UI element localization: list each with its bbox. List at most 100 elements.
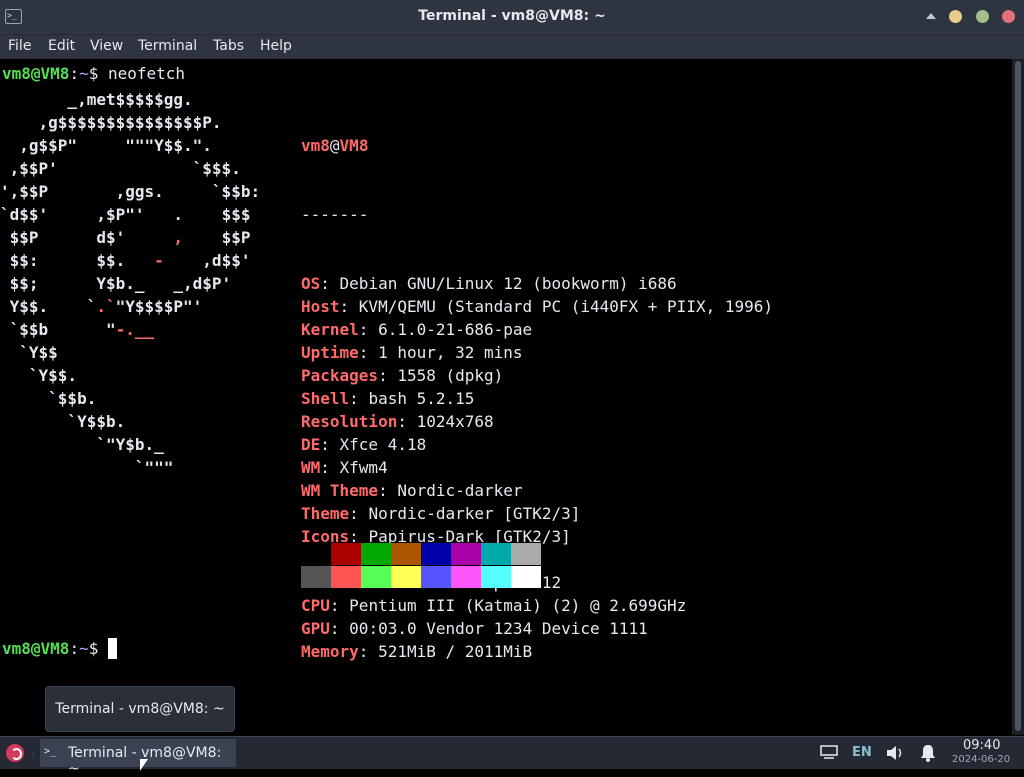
info-row: OS: Debian GNU/Linux 12 (bookworm) i686	[301, 272, 773, 295]
shade-window-icon[interactable]	[926, 13, 936, 19]
info-colon: :	[320, 274, 340, 293]
active-prompt-line[interactable]: vm8@VM8:~$	[2, 637, 117, 660]
info-row: Shell: bash 5.2.15	[301, 387, 773, 410]
clock-date[interactable]: 2024-06-20	[952, 754, 1010, 765]
info-row: Memory: 521MiB / 2011MiB	[301, 640, 773, 663]
info-colon: :	[358, 642, 379, 661]
color-swatch	[361, 543, 391, 565]
menu-edit[interactable]: Edit	[48, 38, 75, 54]
debian-ascii-logo: _,met$$$$$gg. ,g$$$$$$$$$$$$$$$P. ,g$$P"…	[0, 88, 260, 479]
info-colon: :	[349, 389, 369, 408]
volume-icon[interactable]	[885, 744, 905, 762]
menu-file[interactable]: File	[8, 38, 31, 54]
scrollbar-thumb[interactable]	[1015, 61, 1021, 731]
color-swatch	[391, 543, 421, 565]
ascii-line: $$: $$. - ,d$$'	[0, 251, 251, 270]
info-row: DE: Xfce 4.18	[301, 433, 773, 456]
ascii-line: ,g$$$$$$$$$$$$$$$P.	[0, 113, 222, 132]
info-row: CPU: Pentium III (Katmai) (2) @ 2.699GHz	[301, 594, 773, 617]
info-colon: :	[378, 366, 398, 385]
ascii-line: $$P d$' , $$P	[0, 228, 251, 247]
info-row: Host: KVM/QEMU (Standard PC (i440FX + PI…	[301, 295, 773, 318]
ascii-line: `Y$$.	[0, 366, 78, 385]
prompt-path: ~	[79, 64, 89, 83]
info-colon: :	[349, 504, 369, 523]
ascii-line: ',$$P ,ggs. `$$b:	[0, 182, 261, 201]
info-key: Uptime	[301, 343, 359, 362]
info-value: Xfwm4	[339, 458, 388, 477]
keyboard-layout-indicator[interactable]: EN	[852, 745, 872, 760]
prompt-separator: :	[69, 639, 80, 658]
ascii-line: `d$$' ,$P"' . $$$	[0, 205, 251, 224]
info-colon: :	[358, 343, 379, 362]
info-row: Theme: Nordic-darker [GTK2/3]	[301, 502, 773, 525]
clock-time[interactable]: 09:40	[963, 738, 1000, 753]
color-swatch	[391, 566, 421, 588]
taskbar-window-label: Terminal - vm8@VM8: ~	[68, 745, 222, 777]
color-swatch	[421, 543, 451, 565]
info-user-host: vm8@VM8	[301, 134, 773, 157]
info-value: 1558 (dpkg)	[397, 366, 504, 385]
info-value: 1 hour, 32 mins	[378, 343, 523, 362]
color-swatch	[331, 566, 361, 588]
menu-view[interactable]: View	[90, 38, 123, 54]
info-row: Kernel: 6.1.0-21-686-pae	[301, 318, 773, 341]
ascii-line: _,met$$$$$gg.	[0, 90, 193, 109]
color-swatch	[421, 566, 451, 588]
window-title: Terminal - vm8@VM8: ~	[418, 8, 606, 24]
info-key: Memory	[301, 642, 359, 661]
menu-terminal[interactable]: Terminal	[138, 38, 197, 54]
ascii-line: `"""	[0, 458, 174, 477]
info-colon: :	[320, 458, 340, 477]
info-key: Packages	[301, 366, 379, 385]
info-user: vm8	[301, 136, 330, 155]
info-colon: :	[397, 412, 417, 431]
taskbar: ⁝ >_ Terminal - vm8@VM8: ~ EN 09:40 2024…	[0, 736, 1024, 777]
display-icon[interactable]	[820, 745, 838, 759]
close-button[interactable]	[1002, 10, 1015, 23]
window-titlebar[interactable]: >_ Terminal - vm8@VM8: ~	[0, 0, 1024, 35]
prompt-dollar: $	[88, 64, 108, 83]
info-colon: :	[378, 481, 398, 500]
info-key: Resolution	[301, 412, 398, 431]
prompt-separator: :	[69, 64, 80, 83]
info-host: VM8	[339, 136, 369, 155]
info-value: 6.1.0-21-686-pae	[378, 320, 533, 339]
prompt-user: vm8@VM8	[2, 639, 70, 658]
ascii-line: `Y$$	[0, 343, 58, 362]
color-swatch	[301, 543, 331, 565]
info-row: WM: Xfwm4	[301, 456, 773, 479]
text-cursor	[107, 638, 117, 659]
terminal-icon: >_	[44, 746, 57, 757]
start-menu-icon[interactable]	[6, 744, 24, 762]
info-key: DE	[301, 435, 321, 454]
maximize-button[interactable]	[976, 10, 989, 23]
color-swatch	[361, 566, 391, 588]
taskbar-window-button[interactable]: >_ Terminal - vm8@VM8: ~	[40, 739, 236, 777]
info-row: Resolution: 1024x768	[301, 410, 773, 433]
info-colon: :	[339, 297, 359, 316]
ascii-line: `$$b "-.__	[0, 320, 155, 339]
terminal-scrollbar[interactable]	[1012, 59, 1024, 735]
info-value: Debian GNU/Linux 12 (bookworm) i686	[339, 274, 677, 293]
color-swatch	[301, 566, 331, 588]
info-colon: :	[329, 596, 350, 615]
minimize-button[interactable]	[949, 10, 962, 23]
info-colon: :	[320, 435, 340, 454]
info-row: Packages: 1558 (dpkg)	[301, 364, 773, 387]
info-value: 1024x768	[416, 412, 494, 431]
color-swatch	[451, 566, 481, 588]
ascii-line: ,g$$P" """Y$$.".	[0, 136, 212, 155]
info-value: KVM/QEMU (Standard PC (i440FX + PIIX, 19…	[358, 297, 774, 316]
taskbar-separator: ⁝	[32, 751, 35, 760]
info-colon: :	[358, 320, 379, 339]
menu-tabs[interactable]: Tabs	[213, 38, 244, 54]
notification-bell-icon[interactable]	[918, 743, 938, 763]
ascii-line: Y$$. `.`"Y$$$$P"'	[0, 297, 203, 316]
ascii-line: `"Y$b._	[0, 435, 164, 454]
menu-help[interactable]: Help	[260, 38, 292, 54]
info-key: OS	[301, 274, 321, 293]
ascii-line: `Y$$b.	[0, 412, 126, 431]
color-swatch	[481, 543, 511, 565]
color-swatch	[451, 543, 481, 565]
